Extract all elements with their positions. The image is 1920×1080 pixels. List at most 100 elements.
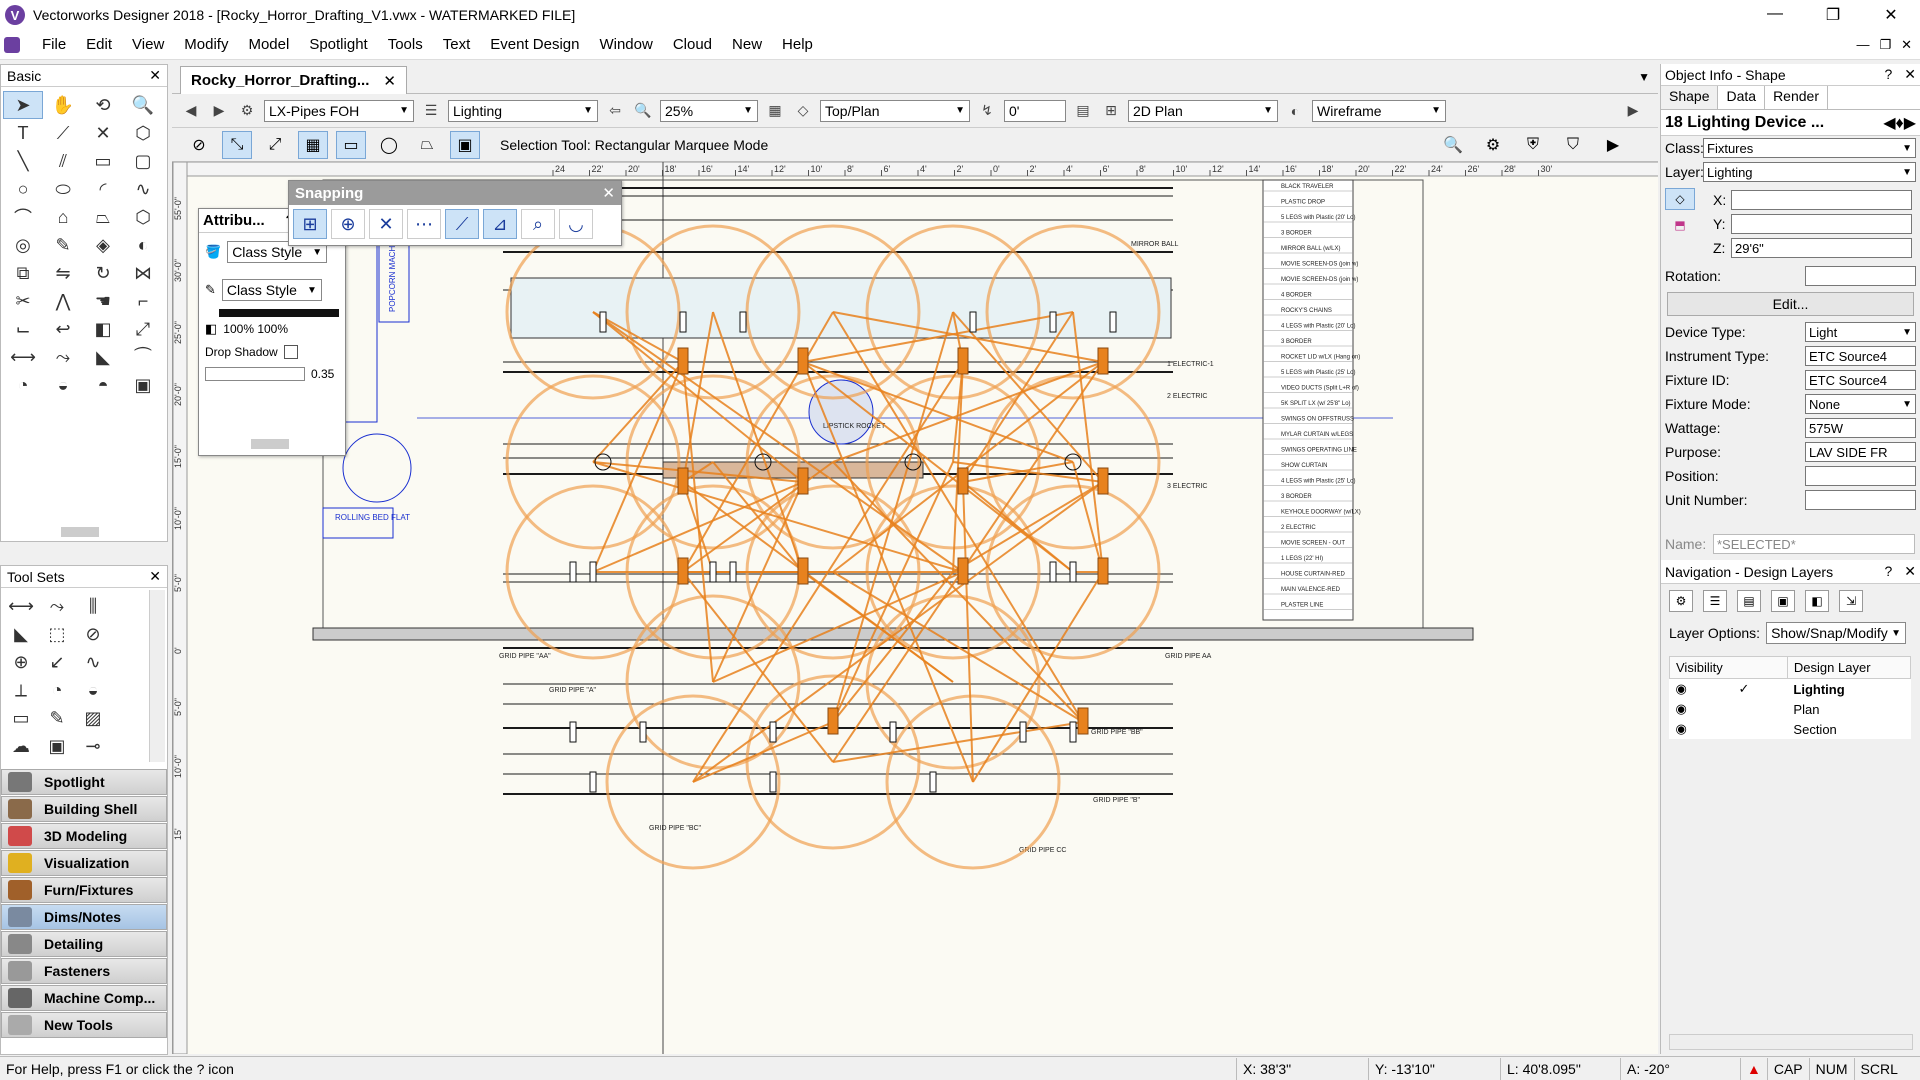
working-plane-icon[interactable]: ▤ — [1072, 100, 1094, 122]
y-field[interactable] — [1731, 214, 1912, 234]
pan-tool-icon[interactable]: ✋ — [43, 91, 83, 119]
toolset-new-tools[interactable]: New Tools — [1, 1012, 167, 1038]
snap-angle-icon[interactable]: ⟋ — [445, 209, 479, 239]
x-field[interactable] — [1731, 190, 1912, 210]
position-field[interactable] — [1805, 466, 1916, 486]
pen-style-dropdown[interactable]: Class Style ▼ — [221, 279, 322, 301]
rotate-plan-icon[interactable]: ↯ — [976, 100, 998, 122]
mode-bar-overflow-icon[interactable]: ▶ — [1598, 131, 1628, 159]
rectangle-tool-icon[interactable]: ▭ — [83, 147, 123, 175]
stipple-icon[interactable]: ◔ — [39, 676, 75, 704]
attribute-mapping-tool-icon[interactable]: ◈ — [83, 231, 123, 259]
toolset-3d-modeling[interactable]: 3D Modeling — [1, 823, 167, 849]
chamfer-tool-icon[interactable]: ⌙ — [3, 315, 43, 343]
constrained-dimension-tool-icon[interactable]: ⤳ — [43, 343, 83, 371]
3d-locus-tool-icon[interactable]: ⬡ — [123, 119, 163, 147]
line-weight-slider[interactable] — [205, 367, 305, 381]
move-by-points-tool-icon[interactable]: ⤢ — [123, 315, 163, 343]
measure-tool-icon[interactable]: ▣ — [123, 371, 163, 399]
fit-to-objects-icon[interactable]: ▦ — [764, 100, 786, 122]
gear-icon[interactable]: ⚙ — [1478, 131, 1508, 159]
sheet-layers-icon[interactable]: ▤ — [1737, 590, 1761, 612]
text-tool-icon[interactable]: T — [3, 119, 43, 147]
datum-icon[interactable]: ⟂ — [3, 676, 39, 704]
menu-spotlight[interactable]: Spotlight — [299, 36, 377, 53]
minimize-button[interactable]: — — [1746, 5, 1804, 25]
north-arrow-icon[interactable]: ⊸ — [75, 732, 111, 760]
referenced-files-icon[interactable]: ⇲ — [1839, 590, 1863, 612]
active-plane-dropdown[interactable]: 2D Plan ▼ — [1128, 99, 1278, 122]
reserved-tool-icon[interactable] — [111, 592, 147, 620]
basic-palette-collapse-handle[interactable] — [61, 527, 99, 537]
visible-eye-icon[interactable]: ◉ — [1676, 701, 1687, 716]
reserved-tool-4-icon[interactable] — [111, 676, 147, 704]
locus-tool-icon[interactable]: ✕ — [83, 119, 123, 147]
toolsets-palette-close-button[interactable]: ✕ — [149, 568, 161, 585]
line-weight-value[interactable]: 0.35 — [311, 367, 334, 381]
toolset-fasteners[interactable]: Fasteners — [1, 958, 167, 984]
circle-tool-icon[interactable]: ○ — [3, 175, 43, 203]
design-layer-column-header[interactable]: Design Layer — [1786, 656, 1912, 679]
menu-event-design[interactable]: Event Design — [480, 36, 589, 53]
menu-modify[interactable]: Modify — [174, 36, 238, 53]
polyline-tool-icon[interactable]: ⌒ — [3, 203, 43, 231]
tab-list-chevron-down-icon[interactable]: ▼ — [1638, 70, 1650, 84]
reserved-tool-3-icon[interactable] — [111, 648, 147, 676]
toolset-dims-notes[interactable]: Dims/Notes — [1, 904, 167, 930]
design-layers-icon[interactable]: ☰ — [1703, 590, 1727, 612]
menu-tools[interactable]: Tools — [378, 36, 433, 53]
leader-line-icon[interactable]: ↙ — [39, 648, 75, 676]
doc-close-button[interactable]: ✕ — [1901, 37, 1912, 53]
menu-edit[interactable]: Edit — [76, 36, 122, 53]
render-mode-icon[interactable]: ◐ — [1284, 100, 1306, 122]
rotation-field[interactable] — [1805, 266, 1916, 286]
callout-tool-icon[interactable]: ⟋ — [43, 119, 83, 147]
fillet-tool-icon[interactable]: ☚ — [83, 287, 123, 315]
eyedropper-tool-icon[interactable]: ✎ — [43, 231, 83, 259]
disable-interactive-scaling-icon[interactable]: ⊘ — [184, 131, 214, 159]
reshape-tool-icon[interactable]: ⋈ — [123, 259, 163, 287]
zoom-icon[interactable]: 🔍 — [632, 100, 654, 122]
reserved-tool-2-icon[interactable] — [111, 620, 147, 648]
arc-tool-icon[interactable]: ◜ — [83, 175, 123, 203]
toolsets-scrollbar[interactable] — [149, 590, 165, 762]
diameter-dimension-icon[interactable]: ⊘ — [75, 620, 111, 648]
drawing-area[interactable]: 24 22' 20' 18' 16' 14' 12' 10' 8' 6' 4' 2' 0' 2' 4' 6' 8… — [172, 162, 1658, 1054]
navigation-close-button[interactable]: ✕ — [1904, 563, 1916, 580]
snapping-close-button[interactable]: ✕ — [602, 184, 615, 202]
cloud-icon[interactable]: ☁ — [3, 732, 39, 760]
freehand-tool-icon[interactable]: ∿ — [123, 175, 163, 203]
align-distribute-icon[interactable]: ▦ — [298, 130, 328, 159]
render-mode-dropdown[interactable]: Wireframe ▼ — [1312, 99, 1446, 122]
connect-tool-icon[interactable]: ⋀ — [43, 287, 83, 315]
hatch-icon[interactable]: ▨ — [75, 704, 111, 732]
interactive-scaling-icon[interactable]: ⤡ — [222, 130, 252, 159]
selection-tool-icon[interactable]: ➤ — [3, 91, 43, 119]
clip-tool-icon[interactable]: ⧉ — [3, 259, 43, 287]
tape-measure-tool-icon[interactable]: ◔ — [3, 371, 43, 399]
class-set-dropdown[interactable]: LX-Pipes FOH ▼ — [264, 99, 414, 122]
box-position-icon[interactable]: ◇ — [1665, 188, 1695, 210]
edit-button[interactable]: Edit... — [1667, 292, 1914, 316]
rounded-rectangle-tool-icon[interactable]: ▢ — [123, 147, 163, 175]
angle-dimension-tool-icon[interactable]: ◣ — [83, 343, 123, 371]
fixture-id-field[interactable]: ETC Source4 — [1805, 370, 1916, 390]
tab-shape[interactable]: Shape — [1661, 86, 1719, 109]
layer-dropdown-oip[interactable]: Lighting ▼ — [1703, 162, 1916, 182]
alert-icon[interactable]: ▲ — [1740, 1057, 1767, 1080]
toolset-spotlight[interactable]: Spotlight — [1, 769, 167, 795]
menu-file[interactable]: File — [32, 36, 76, 53]
saved-views-icon[interactable]: ◧ — [1805, 590, 1829, 612]
3d-position-icon[interactable]: ⬒ — [1665, 214, 1695, 236]
note-icon[interactable]: ✎ — [39, 704, 75, 732]
doc-minimize-button[interactable]: — — [1856, 37, 1869, 53]
zoom-tool-icon[interactable]: 🔍 — [123, 91, 163, 119]
document-tab[interactable]: Rocky_Horror_Drafting... ✕ — [180, 66, 407, 94]
menu-new[interactable]: New — [722, 36, 772, 53]
layer-name[interactable]: Section — [1787, 719, 1910, 739]
split-tool-icon[interactable]: ✂ — [3, 287, 43, 315]
fixture-mode-dropdown[interactable]: None ▼ — [1805, 394, 1916, 414]
layer-name[interactable]: Plan — [1787, 699, 1910, 719]
close-window-button[interactable]: ✕ — [1862, 5, 1920, 25]
menu-window[interactable]: Window — [589, 36, 662, 53]
